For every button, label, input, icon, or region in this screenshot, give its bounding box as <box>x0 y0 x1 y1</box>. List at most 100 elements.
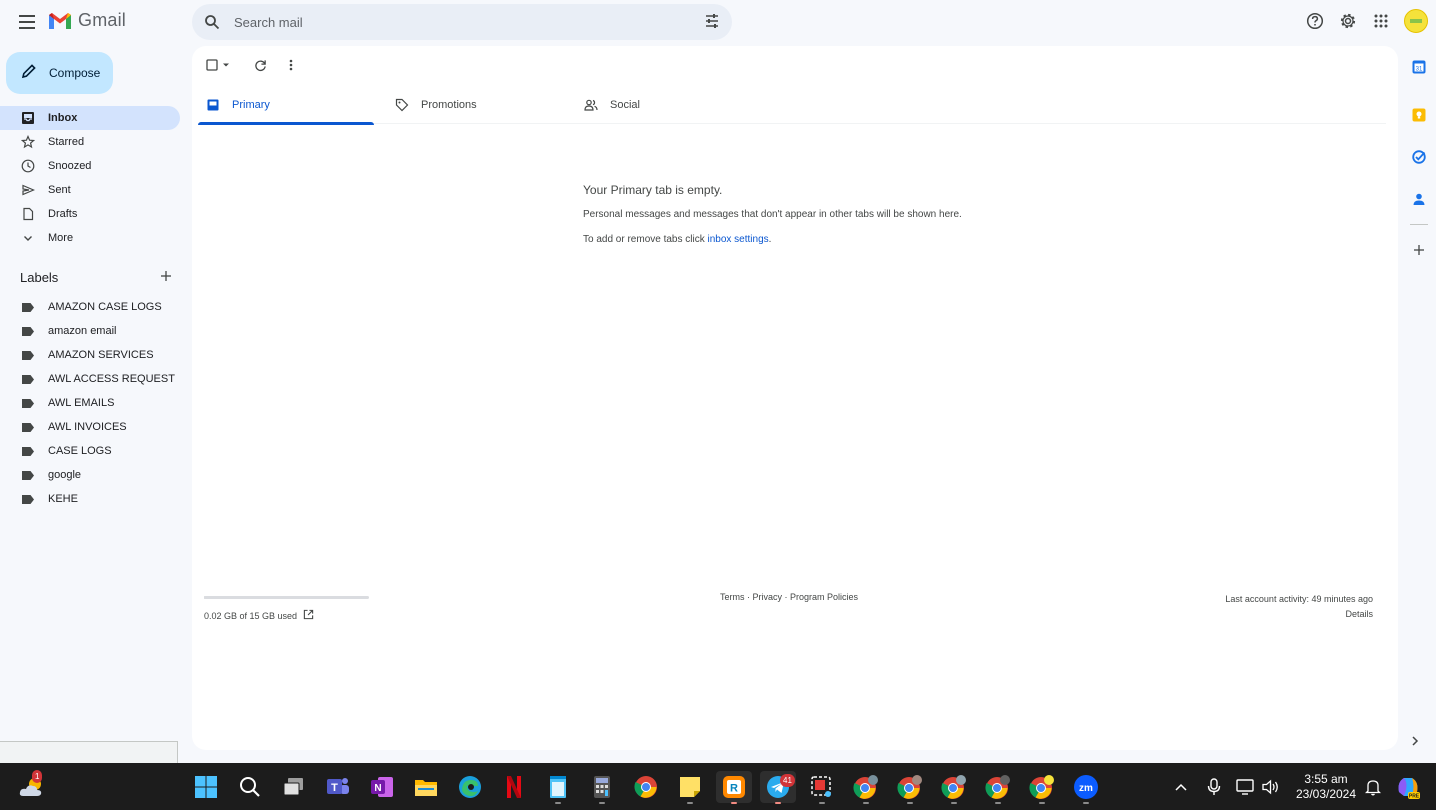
help-icon[interactable] <box>1305 11 1325 31</box>
calendar-icon[interactable]: 31 <box>1402 52 1436 82</box>
copilot-icon[interactable]: PRE <box>1395 763 1421 810</box>
running-indicator <box>951 802 957 804</box>
telegram-badge: 41 <box>780 774 795 787</box>
chrome-profile-1[interactable] <box>848 771 884 804</box>
label-item[interactable]: AWL ACCESS REQUEST <box>0 367 180 391</box>
notepad-app[interactable] <box>540 771 576 804</box>
taskbar-search[interactable] <box>232 771 268 803</box>
tab-primary[interactable]: Primary <box>198 86 387 125</box>
nav-item-snoozed[interactable]: Snoozed <box>0 154 180 178</box>
label-item[interactable]: amazon email <box>0 319 180 343</box>
keep-icon[interactable] <box>1402 94 1436 136</box>
search-options-icon[interactable] <box>704 13 720 34</box>
compose-button[interactable]: Compose <box>6 52 113 94</box>
svg-text:31: 31 <box>1416 67 1423 73</box>
label-item[interactable]: AWL INVOICES <box>0 415 180 439</box>
label-item[interactable]: CASE LOGS <box>0 439 180 463</box>
label-item[interactable]: google <box>0 463 180 487</box>
teams-app[interactable]: T <box>320 771 356 803</box>
gmail-m-icon <box>49 12 71 29</box>
chevron-right-icon[interactable] <box>1410 734 1420 753</box>
nav-item-drafts[interactable]: Drafts <box>0 202 180 226</box>
volume-icon[interactable] <box>1262 763 1280 810</box>
settings-gear-icon[interactable] <box>1338 11 1358 31</box>
storage-text: 0.02 GB of 15 GB used <box>204 610 298 621</box>
tab-social[interactable]: Social <box>576 86 765 124</box>
telegram-app[interactable]: 41 <box>760 771 796 804</box>
file-explorer-app[interactable] <box>408 771 444 803</box>
edge-app[interactable] <box>452 771 488 803</box>
nav-item-inbox[interactable]: Inbox <box>0 106 180 130</box>
chrome-icon <box>634 776 657 798</box>
apps-grid-icon[interactable] <box>1371 11 1391 31</box>
label-item[interactable]: AMAZON CASE LOGS <box>0 295 180 319</box>
onenote-app[interactable]: N <box>364 771 400 803</box>
label-tag-icon <box>22 326 34 336</box>
task-view[interactable] <box>276 771 312 803</box>
nav-label: Inbox <box>48 112 78 124</box>
privacy-link[interactable]: Privacy <box>753 592 783 602</box>
network-icon[interactable] <box>1236 763 1254 810</box>
select-all-checkbox[interactable] <box>204 56 220 74</box>
gmail-logo[interactable]: Gmail <box>48 10 126 31</box>
label-item[interactable]: KEHE <box>0 487 180 511</box>
inbox-icon <box>206 98 220 112</box>
label-name: CASE LOGS <box>48 445 112 457</box>
onenote-icon: N <box>371 777 393 797</box>
select-dropdown-icon[interactable] <box>220 56 232 74</box>
chrome-profile-3[interactable] <box>936 771 972 804</box>
search-input[interactable] <box>234 14 674 30</box>
tasks-icon[interactable] <box>1402 136 1436 178</box>
account-avatar[interactable] <box>1404 9 1428 33</box>
add-addon-icon[interactable] <box>1402 229 1436 271</box>
top-bar: Gmail <box>0 0 1436 46</box>
tab-promotions[interactable]: Promotions <box>387 86 576 124</box>
snipping-tool-app[interactable] <box>804 771 840 804</box>
chrome-profile-2[interactable] <box>892 771 928 804</box>
ringcentral-app[interactable]: R <box>716 771 752 804</box>
search-bar[interactable] <box>192 4 732 40</box>
label-tag-icon <box>22 422 34 432</box>
search-icon[interactable] <box>202 12 222 32</box>
nav-item-more[interactable]: More <box>0 226 180 250</box>
label-item[interactable]: AWL EMAILS <box>0 391 180 415</box>
show-hidden-icons[interactable] <box>1174 763 1188 810</box>
taskbar-clock[interactable]: 3:55 am 23/03/2024 <box>1290 772 1362 802</box>
calculator-app[interactable] <box>584 771 620 804</box>
details-link[interactable]: Details <box>1225 607 1373 622</box>
zoom-app[interactable]: zm <box>1068 771 1104 804</box>
chrome-profile-4[interactable] <box>980 771 1016 804</box>
label-tag-icon <box>22 350 34 360</box>
sticky-notes-app[interactable] <box>672 771 708 804</box>
chrome-app[interactable] <box>628 771 664 803</box>
notifications-icon[interactable] <box>1365 763 1381 810</box>
ringcentral-icon: R <box>723 776 745 798</box>
open-external-icon[interactable] <box>303 609 314 622</box>
label-item[interactable]: AMAZON SERVICES <box>0 343 180 367</box>
microphone-icon[interactable] <box>1207 763 1221 810</box>
running-indicator <box>863 802 869 804</box>
nav-item-sent[interactable]: Sent <box>0 178 180 202</box>
weather-widget[interactable]: 1 <box>14 770 50 803</box>
add-label-icon[interactable] <box>160 270 172 285</box>
contacts-icon[interactable] <box>1402 178 1436 220</box>
terms-link[interactable]: Terms <box>720 592 745 602</box>
program-policies-link[interactable]: Program Policies <box>790 592 858 602</box>
label-name: KEHE <box>48 493 78 505</box>
clock-time: 3:55 am <box>1304 772 1348 786</box>
chrome-profile-5[interactable] <box>1024 771 1060 804</box>
label-tag-icon <box>22 446 34 456</box>
refresh-icon[interactable] <box>248 56 272 74</box>
search-icon <box>240 777 260 797</box>
labels-title: Labels <box>20 270 59 285</box>
nav-label: Snoozed <box>48 160 92 172</box>
start-button[interactable] <box>188 771 224 803</box>
inbox-settings-link[interactable]: inbox settings <box>708 234 769 245</box>
labels-header: Labels <box>20 270 180 285</box>
main-menu-button[interactable] <box>15 10 39 34</box>
netflix-app[interactable] <box>496 771 532 803</box>
more-options-icon[interactable] <box>284 56 298 74</box>
hint-prefix: To add or remove tabs click <box>583 234 708 245</box>
nav-item-starred[interactable]: Starred <box>0 130 180 154</box>
calculator-icon <box>594 776 610 798</box>
